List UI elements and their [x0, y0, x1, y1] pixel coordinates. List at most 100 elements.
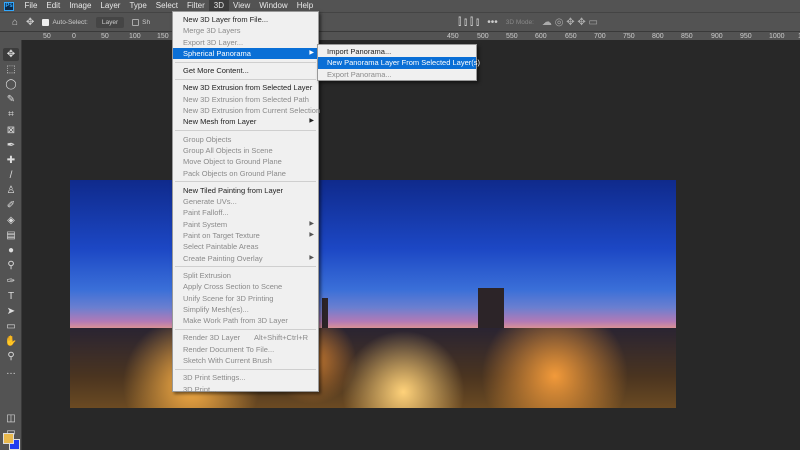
menu-item[interactable]: Generate UVs...: [173, 196, 318, 207]
menu-item-label: New 3D Layer from File...: [183, 15, 269, 24]
menu-item[interactable]: New Mesh from Layer ▶: [173, 116, 318, 127]
menu-item[interactable]: Select Paintable Areas: [173, 241, 318, 252]
menu-item-label: 3D Print Settings...: [183, 373, 246, 383]
rectangle-tool-icon[interactable]: ▭: [3, 320, 19, 333]
menu-item-label: New Mesh from Layer: [183, 117, 257, 127]
menu-item[interactable]: Paint on Target Texture ▶: [173, 230, 318, 241]
menu-item-label: Move Object to Ground Plane: [183, 157, 282, 167]
dodge-tool-icon[interactable]: ⚲: [3, 259, 19, 272]
ruler-tick-label: 450: [447, 33, 459, 40]
submenu-arrow-icon: ▶: [309, 220, 314, 227]
3d-orbit-icons[interactable]: ☁ ◎ ✥ ✥ ▭: [542, 17, 598, 28]
menu-item[interactable]: Unify Scene for 3D Printing: [173, 293, 318, 304]
brush-tool-icon[interactable]: /: [3, 169, 19, 182]
clone-stamp-tool-icon[interactable]: ♙: [3, 184, 19, 197]
layer-select-dropdown[interactable]: Layer: [95, 16, 125, 28]
menu-separator: [175, 266, 316, 268]
menu-item[interactable]: Split Extrusion: [173, 270, 318, 281]
menu-separator: [175, 78, 316, 80]
menu-item[interactable]: Simplify Mesh(es)...: [173, 304, 318, 315]
spherical-panorama-submenu: Import Panorama... New Panorama Layer Fro…: [317, 44, 480, 81]
frame-tool-icon[interactable]: ⊠: [3, 124, 19, 137]
menu-item[interactable]: New 3D Layer from File...: [173, 14, 318, 25]
path-selection-tool-icon[interactable]: ➤: [3, 305, 19, 318]
menu-item[interactable]: Create Painting Overlay ▶: [173, 253, 318, 264]
lasso-tool-icon[interactable]: ◯: [3, 78, 19, 91]
horizontal-ruler: 50 0 50 100 150 450 500 550 600 650 700 750 800 850 90…: [0, 31, 800, 40]
ruler-tick-label: 50: [101, 33, 109, 40]
menu-item[interactable]: Import Panorama...: [318, 46, 476, 57]
menu-item[interactable]: Export 3D Layer...: [173, 37, 318, 48]
eyedropper-tool-icon[interactable]: ✒: [3, 139, 19, 152]
blur-tool-icon[interactable]: ●: [3, 244, 19, 257]
menu-item-label: Export 3D Layer...: [183, 37, 244, 47]
crop-tool-icon[interactable]: ⌗: [3, 108, 19, 121]
menu-layer[interactable]: Layer: [96, 0, 125, 12]
edit-toolbar-icon[interactable]: …: [3, 365, 19, 378]
menu-item-label: Unify Scene for 3D Printing: [183, 293, 274, 303]
menu-item[interactable]: Group Objects: [173, 134, 318, 145]
menu-item[interactable]: Paint System ▶: [173, 219, 318, 230]
menu-item[interactable]: Render 3D Layer Alt+Shift+Ctrl+R: [173, 332, 318, 343]
hand-tool-icon[interactable]: ✋: [3, 335, 19, 348]
marquee-tool-icon[interactable]: ⬚: [3, 63, 19, 76]
auto-select-checkbox[interactable]: Auto-Select:: [42, 18, 88, 26]
city-lights: [70, 328, 676, 408]
menu-item-label: Export Panorama...: [327, 69, 392, 79]
eraser-tool-icon[interactable]: ◈: [3, 214, 19, 227]
home-icon[interactable]: ⌂: [12, 17, 18, 28]
menu-item[interactable]: Spherical Panorama ▶: [173, 47, 318, 60]
document-canvas-panorama[interactable]: [70, 180, 676, 408]
ruler-tick-label: 700: [594, 33, 606, 40]
menu-item[interactable]: Sketch With Current Brush: [173, 355, 318, 366]
menu-item[interactable]: Paint Falloff...: [173, 207, 318, 218]
menu-type[interactable]: Type: [125, 0, 151, 12]
menu-item-label: Merge 3D Layers: [183, 26, 241, 36]
menu-item[interactable]: New 3D Extrusion from Current Selection: [173, 105, 321, 116]
gradient-tool-icon[interactable]: ▤: [3, 229, 19, 242]
menu-item[interactable]: Merge 3D Layers: [173, 25, 318, 36]
menu-item[interactable]: Group All Objects in Scene: [173, 145, 318, 156]
menu-item-label: New 3D Extrusion from Current Selection: [183, 106, 321, 116]
quick-selection-tool-icon[interactable]: ✎: [3, 93, 19, 106]
menu-item[interactable]: Export Panorama...: [318, 69, 476, 80]
menu-item[interactable]: Pack Objects on Ground Plane: [173, 168, 318, 179]
menu-item-label: Import Panorama...: [327, 47, 392, 56]
menu-separator: [175, 328, 316, 330]
menu-item-label: 3D Print...: [183, 384, 217, 394]
menu-separator: [175, 61, 316, 63]
menu-item[interactable]: 3D Print Settings...: [173, 372, 318, 383]
menu-image[interactable]: Image: [65, 0, 96, 12]
menu-file[interactable]: File: [20, 0, 42, 12]
photoshop-logo: Ps: [4, 1, 14, 11]
menu-item[interactable]: Render Document To File...: [173, 344, 318, 355]
menu-item[interactable]: New 3D Extrusion from Selected Path: [173, 94, 318, 105]
quick-mask-icon[interactable]: ◫: [3, 412, 19, 425]
show-transform-checkbox[interactable]: Sh: [132, 18, 150, 26]
menu-item[interactable]: Make Work Path from 3D Layer: [173, 315, 318, 326]
type-tool-icon[interactable]: T: [3, 290, 19, 303]
menu-item-label: Render Document To File...: [183, 344, 275, 354]
move-tool-icon[interactable]: ✥: [26, 17, 34, 28]
pen-tool-icon[interactable]: ✑: [3, 275, 19, 288]
menu-item-label: Make Work Path from 3D Layer: [183, 316, 288, 326]
menu-item-label: Split Extrusion: [183, 270, 231, 280]
menu-item-label: Paint Falloff...: [183, 208, 229, 218]
more-icon[interactable]: •••: [487, 17, 498, 28]
menu-item[interactable]: New 3D Extrusion from Selected Layer: [173, 82, 318, 93]
history-brush-tool-icon[interactable]: ✐: [3, 199, 19, 212]
menu-item[interactable]: Get More Content...: [173, 65, 318, 76]
menu-separator: [175, 181, 316, 183]
menu-item[interactable]: 3D Print...: [173, 384, 318, 395]
move-tool-icon[interactable]: ✥: [3, 48, 19, 61]
menu-edit[interactable]: Edit: [42, 0, 65, 12]
menu-item[interactable]: Apply Cross Section to Scene: [173, 281, 318, 292]
foreground-color-swatch[interactable]: [3, 433, 14, 444]
menu-item[interactable]: New Panorama Layer From Selected Layer(s…: [318, 57, 480, 69]
align-icons[interactable]: ⫿ ⫾ ⫿ ⫾: [458, 17, 479, 28]
menu-item[interactable]: New Tiled Painting from Layer: [173, 185, 318, 196]
menu-item[interactable]: Move Object to Ground Plane: [173, 156, 318, 167]
healing-brush-tool-icon[interactable]: ✚: [3, 154, 19, 167]
submenu-arrow-icon: ▶: [309, 232, 314, 239]
zoom-tool-icon[interactable]: ⚲: [3, 350, 19, 363]
